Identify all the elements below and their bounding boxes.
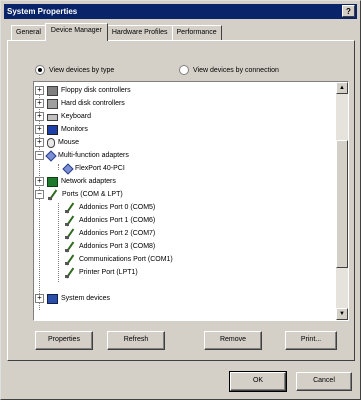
tree-item-multi-function[interactable]: − Multi-function adapters <box>35 149 129 162</box>
scroll-up-button[interactable]: ▲ <box>336 82 348 94</box>
multi-function-icon <box>62 162 74 175</box>
monitor-icon <box>47 124 58 135</box>
system-properties-window: System Properties ? General Device Manag… <box>0 0 361 400</box>
network-icon <box>47 176 58 187</box>
vertical-scrollbar[interactable]: ▲ ▼ <box>336 82 348 320</box>
port-icon <box>64 229 76 239</box>
properties-button[interactable]: Properties <box>35 331 93 350</box>
expand-toggle[interactable]: + <box>35 99 44 108</box>
view-by-type-radio[interactable] <box>35 65 45 75</box>
system-devices-icon <box>47 293 58 304</box>
tree-guide-line <box>58 203 59 282</box>
tree-item-keyboard[interactable]: + Keyboard <box>35 110 91 123</box>
expand-toggle[interactable]: + <box>35 294 44 303</box>
window-title: System Properties <box>7 7 78 16</box>
keyboard-icon <box>47 114 58 121</box>
collapse-toggle[interactable]: − <box>35 190 44 199</box>
tree-item-label: Keyboard <box>61 113 91 120</box>
print-button[interactable]: Print... <box>285 331 337 350</box>
tree-item-system-devices[interactable]: + System devices <box>35 292 110 305</box>
tree-item-label: Addonics Port 0 (COM5) <box>79 204 156 211</box>
port-icon <box>47 190 59 200</box>
expand-toggle[interactable]: + <box>35 86 44 95</box>
view-by-type-label: View devices by type <box>49 66 115 74</box>
refresh-button[interactable]: Refresh <box>107 331 165 350</box>
tab-device-manager[interactable]: Device Manager <box>44 23 108 41</box>
mouse-icon <box>47 137 55 148</box>
scroll-down-button[interactable]: ▼ <box>336 308 348 320</box>
port-icon <box>64 242 76 252</box>
view-by-connection-label: View devices by connection <box>193 66 279 74</box>
title-bar[interactable]: System Properties ? <box>4 4 357 19</box>
multi-function-icon <box>45 149 57 162</box>
remove-button[interactable]: Remove <box>204 331 262 350</box>
hard-disk-icon <box>47 98 58 109</box>
expand-toggle[interactable]: + <box>35 138 44 147</box>
expand-toggle[interactable]: + <box>35 125 44 134</box>
tree-item-label: Addonics Port 2 (COM7) <box>79 230 156 237</box>
tree-item-label: Ports (COM & LPT) <box>62 191 123 198</box>
expand-toggle[interactable]: + <box>35 112 44 121</box>
tree-item-label: Mouse <box>58 139 80 146</box>
tree-item-network[interactable]: + Network adapters <box>35 175 116 188</box>
tree-item-label: FlexPort 40-PCI <box>75 165 125 172</box>
tree-item-floppy[interactable]: + Floppy disk controllers <box>35 84 131 97</box>
port-icon <box>64 255 76 265</box>
ok-button[interactable]: OK <box>229 371 287 392</box>
floppy-icon <box>47 85 58 96</box>
tree-item-addonics-0[interactable]: Addonics Port 0 (COM5) <box>64 201 155 214</box>
scroll-thumb[interactable] <box>336 140 348 268</box>
tab-strip: General Device Manager Hardware Profiles… <box>11 23 222 41</box>
tree-guide-line <box>58 164 59 170</box>
tree-item-addonics-1[interactable]: Addonics Port 1 (COM6) <box>64 214 155 227</box>
view-by-connection-radio[interactable] <box>179 65 189 75</box>
tree-item-mouse[interactable]: + Mouse <box>35 136 79 149</box>
tree-item-hard-disk[interactable]: + Hard disk controllers <box>35 97 125 110</box>
tree-item-label: Monitors <box>61 126 88 133</box>
expand-toggle[interactable]: + <box>35 177 44 186</box>
tree-item-label: System devices <box>61 295 111 302</box>
collapse-toggle[interactable]: − <box>35 151 44 160</box>
device-tree[interactable]: + Floppy disk controllers + Hard disk co… <box>33 81 349 321</box>
tree-item-label: Addonics Port 1 (COM6) <box>79 217 156 224</box>
tree-item-addonics-2[interactable]: Addonics Port 2 (COM7) <box>64 227 155 240</box>
view-by-connection-option[interactable]: View devices by connection <box>179 65 279 75</box>
tree-item-ports[interactable]: − Ports (COM & LPT) <box>35 188 123 201</box>
tree-item-label: Addonics Port 3 (COM8) <box>79 243 156 250</box>
tree-item-label: Printer Port (LPT1) <box>79 269 138 276</box>
tree-item-monitors[interactable]: + Monitors <box>35 123 88 136</box>
tree-item-com1[interactable]: Communications Port (COM1) <box>64 253 173 266</box>
tree-item-label: Hard disk controllers <box>61 100 125 107</box>
help-button[interactable]: ? <box>342 5 355 17</box>
cancel-button[interactable]: Cancel <box>296 372 352 391</box>
tab-general[interactable]: General <box>11 25 46 40</box>
view-by-type-option[interactable]: View devices by type <box>35 65 114 75</box>
port-icon <box>64 203 76 213</box>
tree-item-lpt1[interactable]: Printer Port (LPT1) <box>64 266 138 279</box>
tree-item-label: Floppy disk controllers <box>61 87 131 94</box>
tree-item-label: Multi-function adapters <box>58 152 129 159</box>
tree-item-label: Communications Port (COM1) <box>79 256 173 263</box>
tab-hardware-profiles[interactable]: Hardware Profiles <box>106 25 173 40</box>
tree-item-addonics-3[interactable]: Addonics Port 3 (COM8) <box>64 240 155 253</box>
port-icon <box>64 268 76 278</box>
port-icon <box>64 216 76 226</box>
tree-item-flexport[interactable]: FlexPort 40-PCI <box>62 162 125 175</box>
tree-item-label: Network adapters <box>61 178 116 185</box>
tab-performance[interactable]: Performance <box>171 25 222 40</box>
